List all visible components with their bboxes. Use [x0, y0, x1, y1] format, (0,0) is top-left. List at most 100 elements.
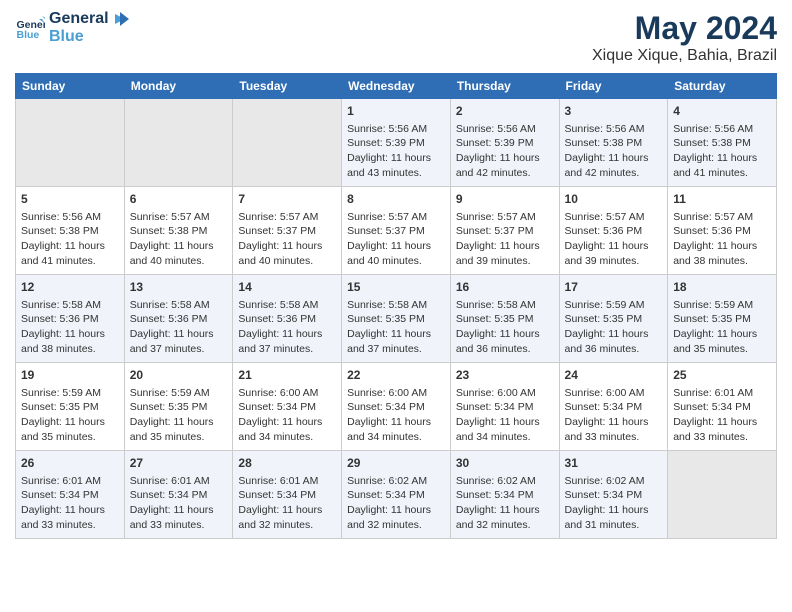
col-sunday: Sunday — [16, 74, 125, 99]
col-tuesday: Tuesday — [233, 74, 342, 99]
calendar-cell: 5 Sunrise: 5:56 AM Sunset: 5:38 PM Daylig… — [16, 187, 125, 275]
day-info: Sunrise: 6:00 AM Sunset: 5:34 PM Dayligh… — [456, 386, 554, 445]
day-number: 29 — [347, 455, 445, 472]
logo-blue: Blue — [49, 28, 129, 46]
day-number: 30 — [456, 455, 554, 472]
calendar-cell: 24 Sunrise: 6:00 AM Sunset: 5:34 PM Dayli… — [559, 363, 668, 451]
day-number: 10 — [565, 191, 663, 208]
calendar-cell: 4 Sunrise: 5:56 AM Sunset: 5:38 PM Daylig… — [668, 99, 777, 187]
logo: General Blue General Blue — [15, 10, 129, 46]
calendar-cell: 15Sunrise: 5:58 AM Sunset: 5:35 PM Dayli… — [342, 275, 451, 363]
day-info: Sunrise: 5:59 AM Sunset: 5:35 PM Dayligh… — [565, 298, 663, 357]
day-number: 20 — [130, 367, 228, 384]
calendar-week-1: 1Sunrise: 5:56 AM Sunset: 5:39 PM Daylig… — [16, 99, 777, 187]
day-number: 22 — [347, 367, 445, 384]
day-info: Sunrise: 5:58 AM Sunset: 5:36 PM Dayligh… — [21, 298, 119, 357]
day-number: 23 — [456, 367, 554, 384]
day-info: Sunrise: 6:01 AM Sunset: 5:34 PM Dayligh… — [130, 474, 228, 533]
calendar-table: Sunday Monday Tuesday Wednesday Thursday… — [15, 73, 777, 539]
calendar-cell: 27 Sunrise: 6:01 AM Sunset: 5:34 PM Dayli… — [124, 451, 233, 539]
calendar-cell: 1Sunrise: 5:56 AM Sunset: 5:39 PM Daylig… — [342, 99, 451, 187]
calendar-cell: 12 Sunrise: 5:58 AM Sunset: 5:36 PM Dayli… — [16, 275, 125, 363]
logo-general: General — [49, 10, 109, 28]
day-number: 7 — [238, 191, 336, 208]
day-info: Sunrise: 5:56 AM Sunset: 5:38 PM Dayligh… — [565, 122, 663, 181]
calendar-cell: 29Sunrise: 6:02 AM Sunset: 5:34 PM Dayli… — [342, 451, 451, 539]
calendar-cell: 31 Sunrise: 6:02 AM Sunset: 5:34 PM Dayli… — [559, 451, 668, 539]
col-thursday: Thursday — [450, 74, 559, 99]
calendar-cell: 25Sunrise: 6:01 AM Sunset: 5:34 PM Dayli… — [668, 363, 777, 451]
day-number: 6 — [130, 191, 228, 208]
calendar-cell: 20Sunrise: 5:59 AM Sunset: 5:35 PM Dayli… — [124, 363, 233, 451]
day-info: Sunrise: 5:57 AM Sunset: 5:37 PM Dayligh… — [238, 210, 336, 269]
day-number: 8 — [347, 191, 445, 208]
svg-text:Blue: Blue — [17, 29, 40, 41]
calendar-cell: 16 Sunrise: 5:58 AM Sunset: 5:35 PM Dayli… — [450, 275, 559, 363]
day-info: Sunrise: 5:57 AM Sunset: 5:36 PM Dayligh… — [565, 210, 663, 269]
day-number: 9 — [456, 191, 554, 208]
day-info: Sunrise: 5:58 AM Sunset: 5:36 PM Dayligh… — [238, 298, 336, 357]
day-number: 27 — [130, 455, 228, 472]
col-saturday: Saturday — [668, 74, 777, 99]
day-info: Sunrise: 5:57 AM Sunset: 5:37 PM Dayligh… — [347, 210, 445, 269]
day-info: Sunrise: 6:01 AM Sunset: 5:34 PM Dayligh… — [238, 474, 336, 533]
day-number: 5 — [21, 191, 119, 208]
day-info: Sunrise: 6:02 AM Sunset: 5:34 PM Dayligh… — [456, 474, 554, 533]
day-number: 3 — [565, 103, 663, 120]
day-number: 16 — [456, 279, 554, 296]
main-title: May 2024 — [592, 10, 777, 47]
page-container: General Blue General Blue May 2024 Xique… — [0, 0, 792, 549]
calendar-cell: 21 Sunrise: 6:00 AM Sunset: 5:34 PM Dayli… — [233, 363, 342, 451]
subtitle: Xique Xique, Bahia, Brazil — [592, 47, 777, 65]
calendar-cell: 18 Sunrise: 5:59 AM Sunset: 5:35 PM Dayli… — [668, 275, 777, 363]
day-number: 31 — [565, 455, 663, 472]
calendar-cell: 23 Sunrise: 6:00 AM Sunset: 5:34 PM Dayli… — [450, 363, 559, 451]
day-number: 13 — [130, 279, 228, 296]
logo-arrow-icon — [111, 12, 129, 26]
day-info: Sunrise: 6:02 AM Sunset: 5:34 PM Dayligh… — [565, 474, 663, 533]
day-number: 18 — [673, 279, 771, 296]
col-friday: Friday — [559, 74, 668, 99]
calendar-week-5: 26Sunrise: 6:01 AM Sunset: 5:34 PM Dayli… — [16, 451, 777, 539]
day-number: 19 — [21, 367, 119, 384]
day-number: 14 — [238, 279, 336, 296]
day-info: Sunrise: 5:56 AM Sunset: 5:38 PM Dayligh… — [673, 122, 771, 181]
day-number: 25 — [673, 367, 771, 384]
day-info: Sunrise: 5:59 AM Sunset: 5:35 PM Dayligh… — [673, 298, 771, 357]
day-info: Sunrise: 5:56 AM Sunset: 5:39 PM Dayligh… — [347, 122, 445, 181]
day-info: Sunrise: 6:00 AM Sunset: 5:34 PM Dayligh… — [238, 386, 336, 445]
day-info: Sunrise: 5:59 AM Sunset: 5:35 PM Dayligh… — [21, 386, 119, 445]
day-number: 28 — [238, 455, 336, 472]
day-info: Sunrise: 6:00 AM Sunset: 5:34 PM Dayligh… — [565, 386, 663, 445]
header: General Blue General Blue May 2024 Xique… — [15, 10, 777, 65]
day-info: Sunrise: 5:57 AM Sunset: 5:38 PM Dayligh… — [130, 210, 228, 269]
day-info: Sunrise: 5:58 AM Sunset: 5:35 PM Dayligh… — [456, 298, 554, 357]
logo-icon: General Blue — [15, 13, 45, 43]
day-info: Sunrise: 5:58 AM Sunset: 5:35 PM Dayligh… — [347, 298, 445, 357]
calendar-cell — [124, 99, 233, 187]
day-number: 24 — [565, 367, 663, 384]
calendar-cell — [233, 99, 342, 187]
day-number: 2 — [456, 103, 554, 120]
calendar-cell: 30 Sunrise: 6:02 AM Sunset: 5:34 PM Dayli… — [450, 451, 559, 539]
calendar-cell: 9Sunrise: 5:57 AM Sunset: 5:37 PM Daylig… — [450, 187, 559, 275]
calendar-cell: 11 Sunrise: 5:57 AM Sunset: 5:36 PM Dayli… — [668, 187, 777, 275]
calendar-week-3: 12 Sunrise: 5:58 AM Sunset: 5:36 PM Dayli… — [16, 275, 777, 363]
day-info: Sunrise: 5:58 AM Sunset: 5:36 PM Dayligh… — [130, 298, 228, 357]
day-number: 4 — [673, 103, 771, 120]
calendar-cell: 17 Sunrise: 5:59 AM Sunset: 5:35 PM Dayli… — [559, 275, 668, 363]
calendar-week-2: 5 Sunrise: 5:56 AM Sunset: 5:38 PM Daylig… — [16, 187, 777, 275]
day-number: 21 — [238, 367, 336, 384]
day-info: Sunrise: 5:56 AM Sunset: 5:38 PM Dayligh… — [21, 210, 119, 269]
day-info: Sunrise: 6:01 AM Sunset: 5:34 PM Dayligh… — [21, 474, 119, 533]
day-number: 11 — [673, 191, 771, 208]
day-info: Sunrise: 5:56 AM Sunset: 5:39 PM Dayligh… — [456, 122, 554, 181]
day-number: 12 — [21, 279, 119, 296]
day-number: 17 — [565, 279, 663, 296]
col-monday: Monday — [124, 74, 233, 99]
calendar-cell: 10 Sunrise: 5:57 AM Sunset: 5:36 PM Dayli… — [559, 187, 668, 275]
calendar-cell: 6 Sunrise: 5:57 AM Sunset: 5:38 PM Daylig… — [124, 187, 233, 275]
calendar-cell: 19 Sunrise: 5:59 AM Sunset: 5:35 PM Dayli… — [16, 363, 125, 451]
day-info: Sunrise: 5:57 AM Sunset: 5:36 PM Dayligh… — [673, 210, 771, 269]
calendar-cell: 3 Sunrise: 5:56 AM Sunset: 5:38 PM Daylig… — [559, 99, 668, 187]
